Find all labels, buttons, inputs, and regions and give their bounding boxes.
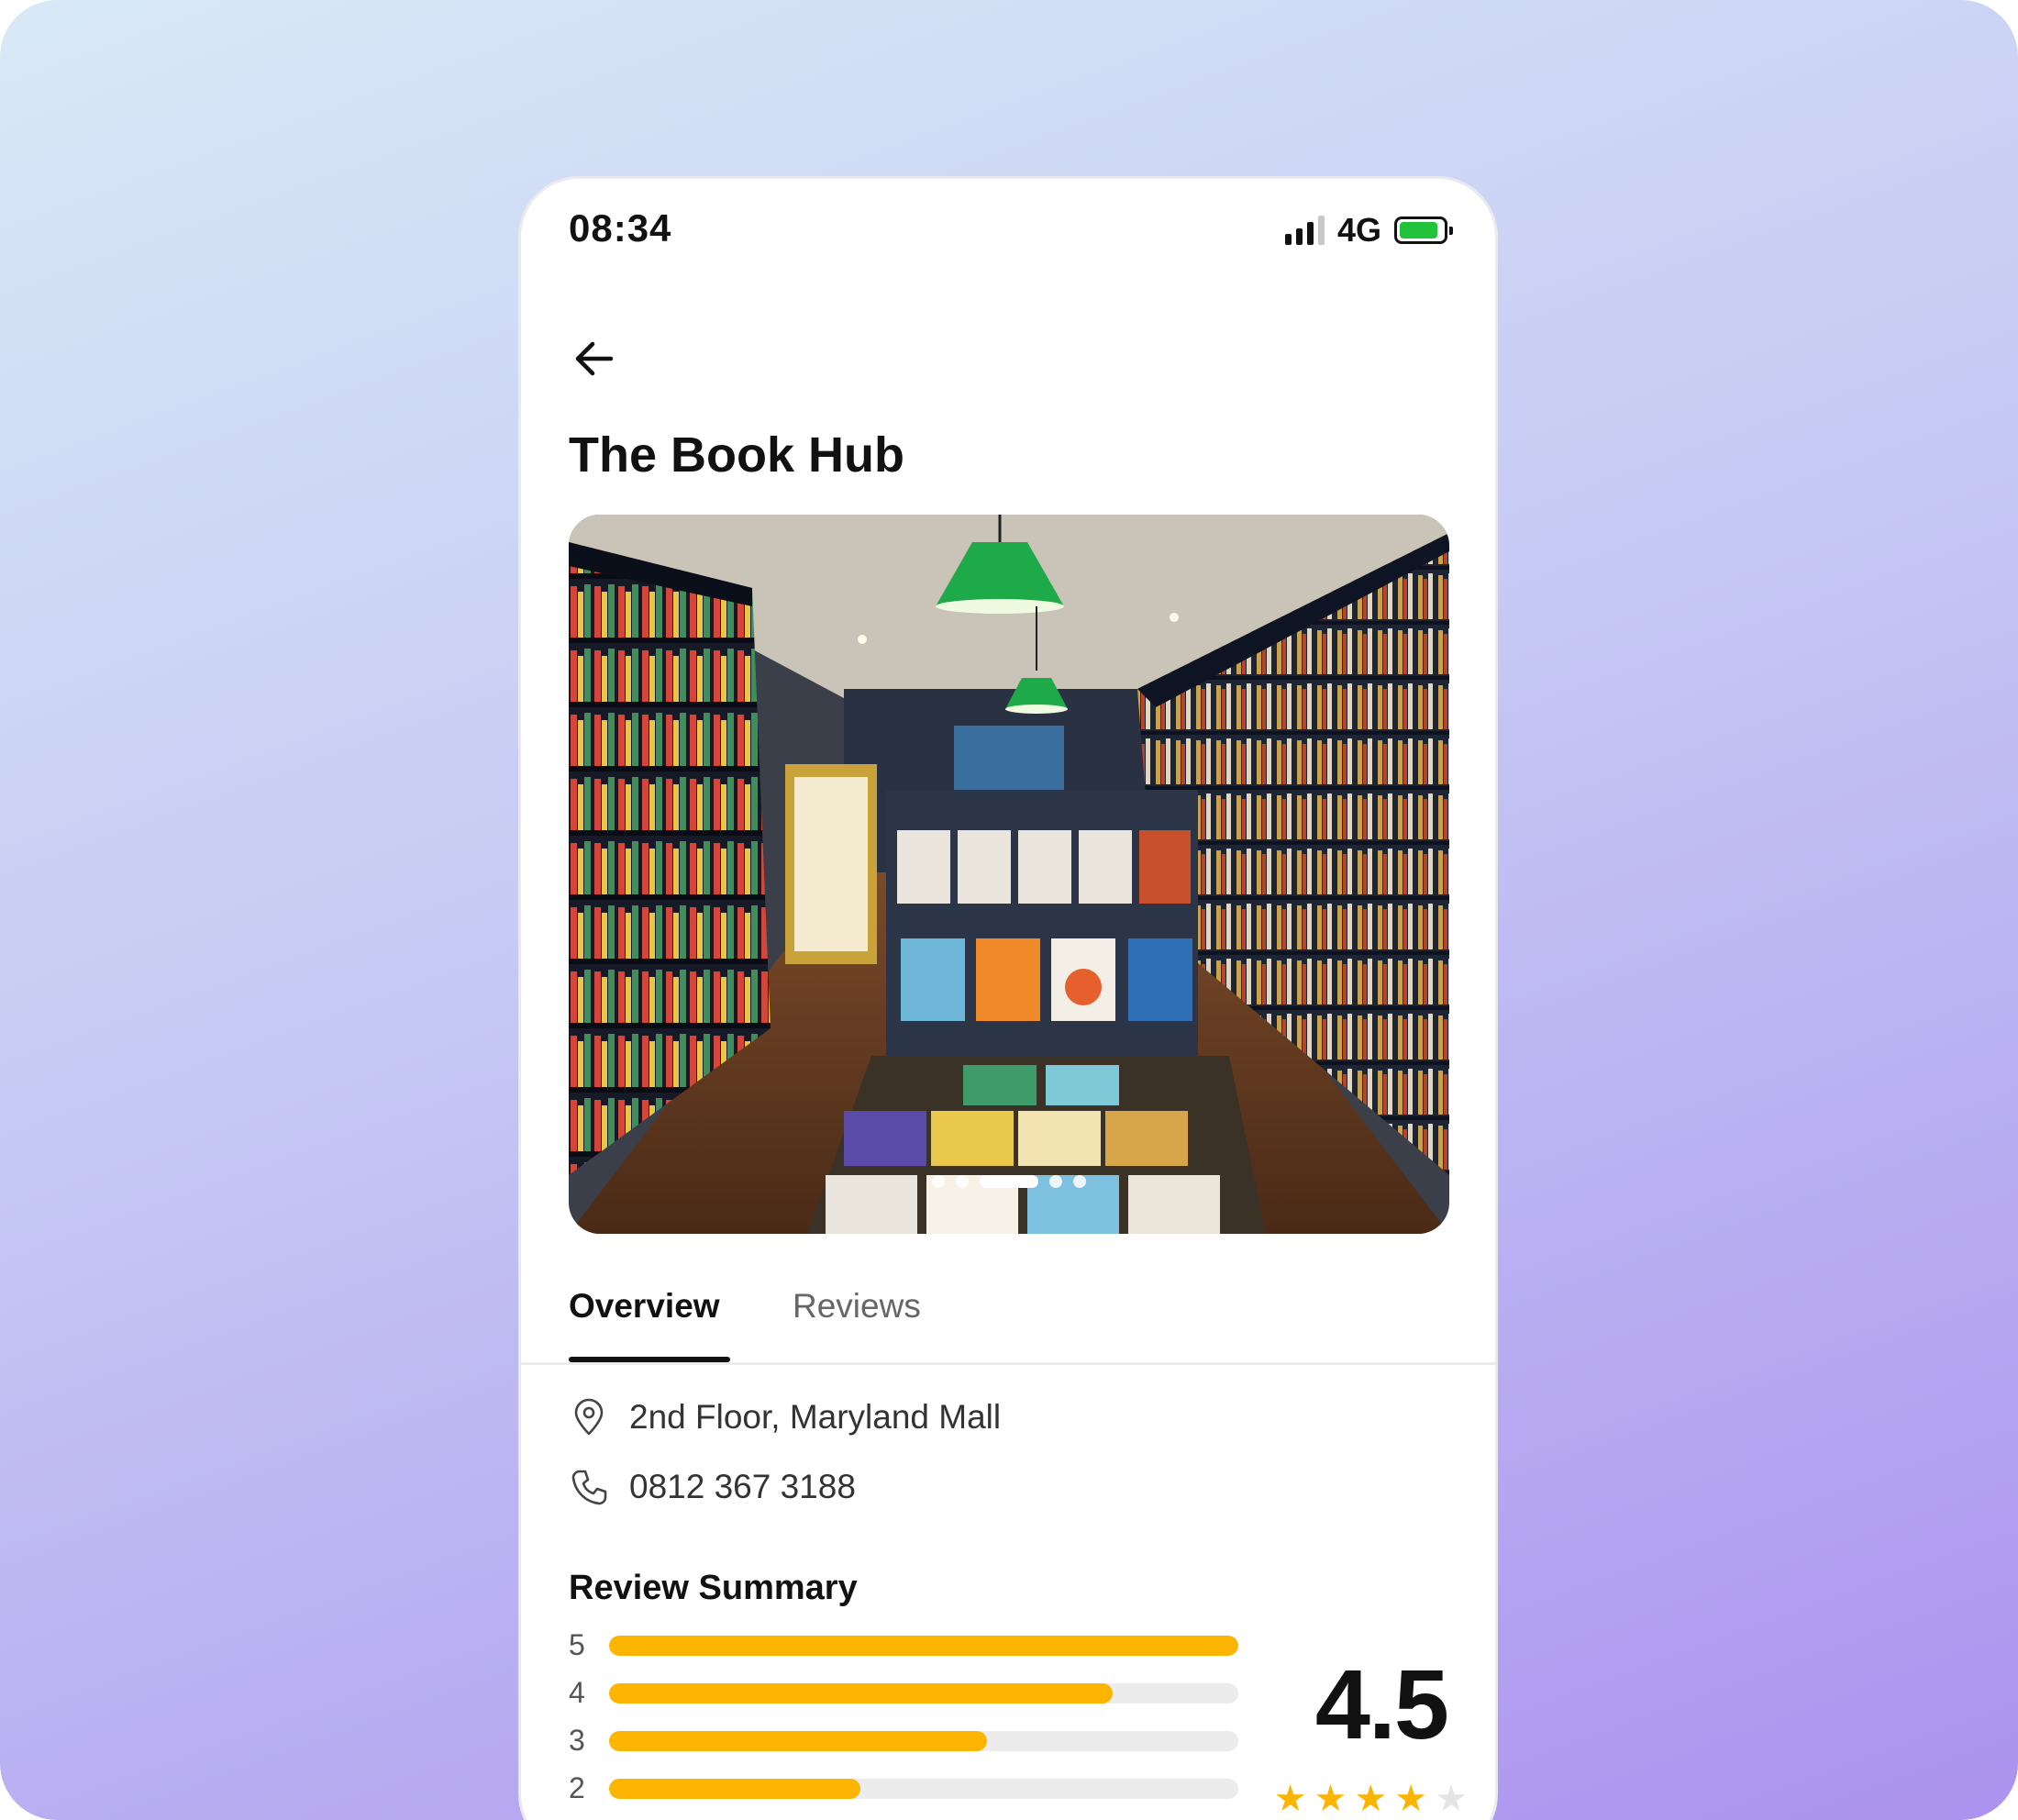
phone-text: 0812 367 3188	[629, 1468, 856, 1505]
star-icon: ★	[1394, 1779, 1428, 1819]
rating-bar-fill	[609, 1730, 987, 1751]
signal-icon	[1284, 216, 1325, 245]
page-title: The Book Hub	[569, 427, 904, 483]
rating-bar-label: 2	[569, 1771, 585, 1804]
carousel-dot[interactable]	[980, 1175, 1038, 1188]
status-time: 08:34	[569, 206, 672, 250]
rating-bar-row: 4	[569, 1676, 1238, 1710]
carousel-dots	[569, 1175, 1449, 1188]
phone-frame: 08:34 4G The Book Hub Overview Reviews 2…	[518, 176, 1498, 1820]
star-icon: ★	[1314, 1779, 1347, 1819]
star-icon: ★	[1435, 1779, 1468, 1819]
rating-bar-track	[609, 1730, 1238, 1751]
phone-row[interactable]: 0812 367 3188	[569, 1467, 856, 1507]
rating-bar-label: 5	[569, 1628, 585, 1661]
rating-bar-label: 3	[569, 1724, 585, 1757]
background: 08:34 4G The Book Hub Overview Reviews 2…	[0, 0, 2018, 1820]
location-pin-icon	[574, 1398, 604, 1436]
address-text: 2nd Floor, Maryland Mall	[629, 1398, 1002, 1436]
arrow-left-icon[interactable]	[569, 333, 620, 384]
battery-icon	[1394, 216, 1453, 244]
carousel-dot[interactable]	[956, 1175, 969, 1188]
average-rating: 4.5	[1314, 1648, 1449, 1759]
rating-bar-row: 3	[569, 1724, 1238, 1758]
rating-bar-fill	[609, 1682, 1113, 1703]
store-photo[interactable]	[569, 515, 1449, 1234]
rating-bar-fill	[609, 1778, 861, 1799]
tab-reviews[interactable]: Reviews	[793, 1287, 921, 1326]
rating-bar-row: 5	[569, 1628, 1238, 1662]
network-type: 4G	[1336, 211, 1381, 249]
rating-bar-row: 2	[569, 1771, 1238, 1805]
tab-overview[interactable]: Overview	[569, 1287, 720, 1326]
phone-icon	[571, 1470, 607, 1505]
rating-stars: ★ ★ ★ ★ ★	[1274, 1781, 1468, 1817]
carousel-dot[interactable]	[1049, 1175, 1062, 1188]
rating-bar-track	[609, 1778, 1238, 1799]
rating-bar-track	[609, 1682, 1238, 1703]
status-indicators: 4G	[1284, 211, 1453, 249]
tab-bar: Overview Reviews	[521, 1280, 1495, 1365]
address-row: 2nd Floor, Maryland Mall	[569, 1397, 1001, 1437]
review-summary-title: Review Summary	[569, 1569, 858, 1607]
carousel-dot[interactable]	[1073, 1175, 1086, 1188]
active-tab-indicator	[569, 1357, 730, 1362]
bookstore-interior-photo	[569, 515, 1449, 1234]
rating-bar-track	[609, 1635, 1238, 1656]
carousel-dot[interactable]	[932, 1175, 945, 1188]
star-icon: ★	[1273, 1779, 1307, 1819]
battery-fill	[1400, 222, 1437, 239]
star-icon: ★	[1354, 1779, 1388, 1819]
rating-bar-fill	[609, 1635, 1238, 1656]
rating-bar-label: 4	[569, 1676, 585, 1709]
